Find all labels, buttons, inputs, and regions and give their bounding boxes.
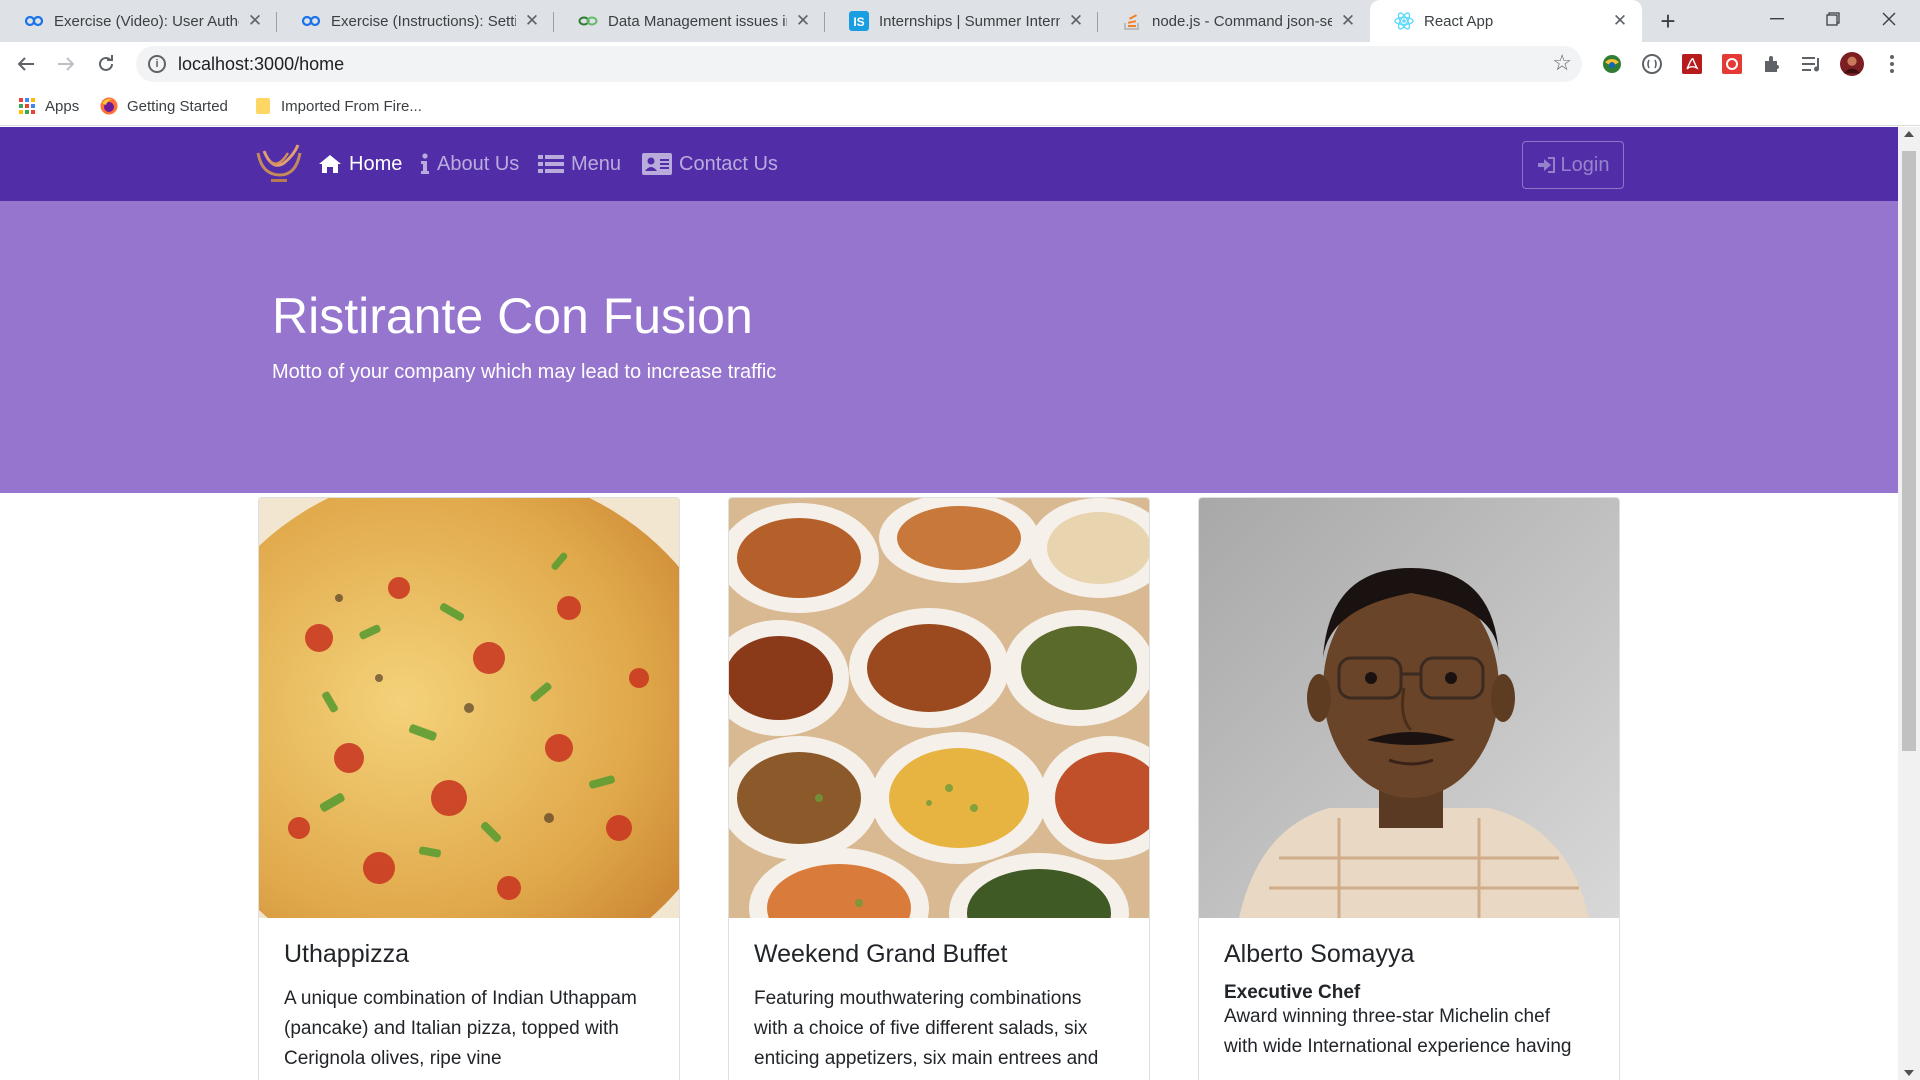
page-scrollbar[interactable] — [1898, 127, 1920, 1080]
back-button[interactable] — [10, 48, 42, 80]
site-info-icon[interactable]: i — [148, 55, 166, 73]
nav-menu[interactable]: Menu — [538, 149, 621, 179]
card-title: Alberto Somayya — [1224, 940, 1415, 968]
close-icon[interactable]: ✕ — [1610, 11, 1630, 31]
bookmark-star-icon[interactable]: ☆ — [1552, 50, 1572, 76]
close-icon[interactable]: ✕ — [1066, 11, 1086, 31]
tab-1[interactable]: Exercise (Video): User Authentication ✕ — [0, 0, 277, 42]
sign-in-icon — [1537, 157, 1555, 173]
react-icon — [1394, 11, 1414, 31]
tab-react-app[interactable]: React App ✕ — [1370, 0, 1642, 42]
login-label: Login — [1560, 153, 1610, 176]
extension-icon[interactable] — [1640, 52, 1664, 76]
card-description: A unique combination of Indian Uthappam … — [284, 988, 637, 1069]
scroll-up-arrow-icon[interactable] — [1904, 131, 1914, 137]
reload-button[interactable] — [90, 48, 122, 80]
list-icon — [538, 154, 564, 174]
info-icon — [420, 153, 430, 175]
address-url[interactable]: localhost:3000/home — [178, 54, 344, 75]
tab-bar: Exercise (Video): User Authentication ✕ … — [0, 0, 1920, 42]
featured-dish-card[interactable]: Uthappizza A unique combination of India… — [258, 497, 680, 1080]
tab-5[interactable]: node.js - Command json-server ✕ — [1098, 0, 1370, 42]
tab-title: Data Management issues in — [608, 12, 787, 30]
tab-title: Internships | Summer Interns — [879, 12, 1060, 30]
restaurant-motto: Motto of your company which may lead to … — [272, 361, 777, 383]
card-description: Award winning three-star Michelin chef w… — [1224, 1006, 1572, 1057]
pdf-extension-icon[interactable] — [1680, 52, 1704, 76]
card-designation: Executive Chef — [1224, 982, 1361, 1003]
site-navbar: Home About Us Menu Contact Us Login — [0, 127, 1898, 201]
chef-portrait-image — [1199, 498, 1619, 918]
link-icon — [578, 11, 598, 31]
bookmark-label: Apps — [45, 97, 80, 115]
featured-promotion-card[interactable]: Weekend Grand Buffet Featuring mouthwate… — [728, 497, 1150, 1080]
nav-home[interactable]: Home — [318, 149, 402, 179]
bookmark-getting-started[interactable]: Getting Started — [100, 94, 228, 118]
close-icon[interactable]: ✕ — [245, 11, 265, 31]
scroll-down-arrow-icon[interactable] — [1904, 1070, 1914, 1076]
card-title: Uthappizza — [284, 940, 410, 968]
login-button[interactable]: Login — [1522, 141, 1624, 189]
vpn-extension-icon[interactable] — [1600, 52, 1624, 76]
svg-text:IS: IS — [853, 15, 864, 29]
minimize-button[interactable] — [1750, 0, 1804, 38]
close-icon[interactable]: ✕ — [793, 11, 813, 31]
nav-contact-label: Contact Us — [679, 152, 778, 175]
scrollbar-thumb[interactable] — [1902, 151, 1916, 751]
bookmark-label: Getting Started — [127, 97, 228, 115]
bookmarks-bar: Apps Getting Started Imported From Fire.… — [0, 86, 1920, 126]
close-icon[interactable]: ✕ — [1338, 11, 1358, 31]
close-window-button[interactable] — [1862, 0, 1916, 38]
address-bar[interactable]: i localhost:3000/home ☆ — [136, 46, 1582, 82]
tab-title: Exercise (Video): User Authentication — [54, 12, 239, 30]
close-icon[interactable]: ✕ — [522, 11, 542, 31]
tab-4[interactable]: IS Internships | Summer Interns ✕ — [825, 0, 1098, 42]
bookmark-apps[interactable]: Apps — [18, 94, 79, 118]
internshala-icon: IS — [849, 11, 869, 31]
coursera-icon — [24, 11, 44, 31]
browser-toolbar: i localhost:3000/home ☆ — [0, 42, 1920, 86]
forward-button[interactable] — [50, 48, 82, 80]
folder-icon — [254, 97, 272, 115]
tab-title: Exercise (Instructions): Setting — [331, 12, 516, 30]
new-tab-button[interactable]: + — [1652, 8, 1684, 36]
tab-3[interactable]: Data Management issues in ✕ — [554, 0, 825, 42]
uthappizza-image — [259, 498, 679, 918]
address-card-icon — [642, 153, 672, 175]
card-description: Featuring mouthwatering combinations wit… — [754, 988, 1099, 1069]
stackoverflow-icon — [1122, 11, 1142, 31]
puzzle-extensions-icon[interactable] — [1760, 52, 1784, 76]
profile-avatar[interactable] — [1840, 52, 1864, 76]
restaurant-logo[interactable] — [254, 141, 304, 187]
reload-icon — [99, 55, 113, 71]
nav-about-label: About Us — [437, 152, 520, 175]
browser-menu-icon[interactable] — [1880, 52, 1904, 76]
back-arrow-icon — [17, 57, 34, 71]
coursera-icon — [301, 11, 321, 31]
page-viewport: Home About Us Menu Contact Us Login Rist… — [0, 127, 1898, 1080]
tab-title: React App — [1424, 12, 1494, 30]
restaurant-title: Ristirante Con Fusion — [272, 288, 753, 344]
apps-grid-icon — [18, 97, 36, 115]
nav-contact-us[interactable]: Contact Us — [642, 149, 778, 179]
bookmark-label: Imported From Fire... — [281, 97, 422, 115]
card-title: Weekend Grand Buffet — [754, 940, 1008, 968]
forward-arrow-icon — [58, 57, 75, 71]
hero-jumbotron: Ristirante Con Fusion Motto of your comp… — [0, 201, 1898, 493]
media-control-icon[interactable] — [1800, 52, 1824, 76]
pdf-tool-extension-icon[interactable] — [1720, 52, 1744, 76]
tab-2[interactable]: Exercise (Instructions): Setting ✕ — [277, 0, 554, 42]
home-icon — [318, 154, 342, 174]
restore-button[interactable] — [1806, 0, 1860, 38]
bookmark-imported-folder[interactable]: Imported From Fire... — [254, 94, 422, 118]
nav-about-us[interactable]: About Us — [420, 149, 519, 179]
buffet-image — [729, 498, 1149, 918]
firefox-icon — [100, 97, 118, 115]
nav-menu-label: Menu — [571, 152, 622, 175]
nav-home-label: Home — [349, 152, 403, 175]
tab-title: node.js - Command json-server — [1152, 12, 1332, 30]
featured-leader-card[interactable]: Alberto Somayya Executive Chef Award win… — [1198, 497, 1620, 1080]
